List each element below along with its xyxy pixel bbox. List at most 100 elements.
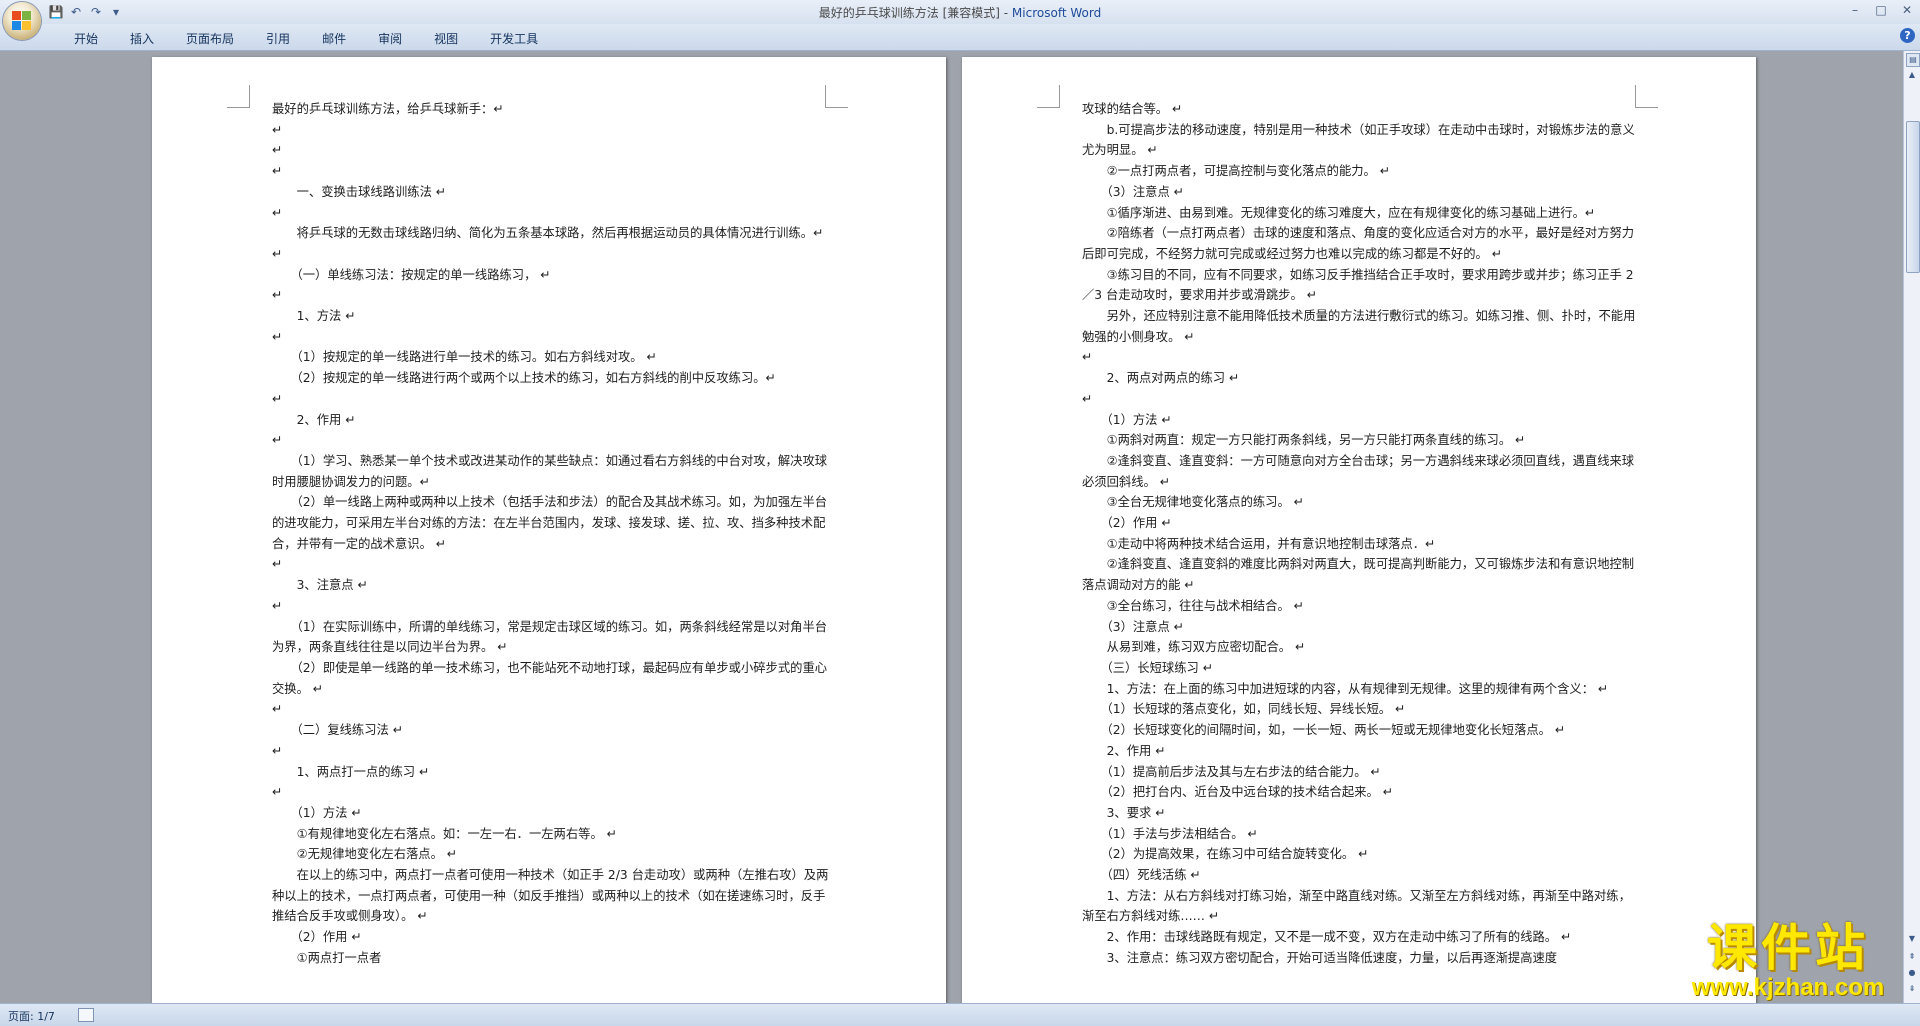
paragraph: （2）作用 ↵ [1082,516,1172,531]
paragraph: （一）单线练习法：按规定的单一线路练习， ↵ [272,267,551,282]
paragraph: 将乒乓球的无数击球线路归纳、简化为五条基本球路，然后再根据运动员的具体情况进行训… [272,226,824,241]
paragraph: （3）注意点 ↵ [1082,184,1184,199]
document-page[interactable]: 攻球的结合等。 ↵ b.可提高步法的移动速度，特别是用一种技术（如正手攻球）在走… [962,57,1756,1003]
paragraph: （1）提高前后步法及其与左右步法的结合能力。 ↵ [1082,764,1381,779]
tab-4[interactable]: 邮件 [306,28,362,49]
paragraph: 1、方法 ↵ [272,309,356,324]
paragraph: b.可提高步法的移动速度，特别是用一种技术（如正手攻球）在走动中击球时，对锻炼步… [1082,122,1635,158]
paragraph: （2）把打台内、近台及中远台球的技术结合起来。 ↵ [1082,785,1394,800]
paragraph: ①有规律地变化左右落点。如：一左一右．一左两右等。 ↵ [272,826,617,841]
minimize-button[interactable]: – [1842,0,1868,20]
paragraph: 2、作用 ↵ [272,412,356,427]
help-icon[interactable]: ? [1900,28,1915,43]
paragraph: ③全台练习，往往与战术相结合。 ↵ [1082,598,1304,613]
window-title: 最好的乒乓球训练方法 [兼容模式] - Microsoft Word [0,4,1920,21]
paragraph: ↵ [1082,350,1093,365]
paragraph: ↵ [272,143,283,158]
paragraph: 在以上的练习中，两点打一点者可使用一种技术（如正手 2/3 台走动攻）或两种（左… [272,868,829,924]
paragraph: 2、作用：击球线路既有规定，又不是一成不变，双方在走动中练习了所有的线路。 ↵ [1082,930,1572,945]
scroll-up-icon[interactable]: ▲ [1906,69,1918,81]
paragraph: ↵ [272,702,283,717]
paragraph: 3、要求 ↵ [1082,805,1166,820]
paragraph: ②一点打两点者，可提高控制与变化落点的能力。 ↵ [1082,164,1391,179]
paragraph: （2）按规定的单一线路进行两个或两个以上技术的练习，如右方斜线的削中反攻练习。↵ [272,371,776,386]
paragraph: 1、方法：在上面的练习中加进短球的内容，从有规律到无规律。这里的规律有两个含义：… [1082,681,1609,696]
paragraph: （2）即使是单一线路的单一技术练习，也不能站死不动地打球，最起码应有单步或小碎步… [272,660,828,696]
crop-mark [227,85,250,108]
document-workspace: 最好的乒乓球训练方法，给乒乓球新手：↵ ↵ ↵ ↵ 一、变换击球线路训练法 ↵ ↵ 将乒… [0,51,1903,1003]
paragraph: ①循序渐进、由易到难。无规律变化的练习难度大，应在有规律变化的练习基础上进行。↵ [1082,205,1596,220]
paragraph: 2、作用 ↵ [1082,743,1166,758]
paragraph: （1）长短球的落点变化，如，同线长短、异线长短。 ↵ [1082,702,1406,717]
paragraph: ③练习目的不同，应有不同要求，如练习反手推挡结合正手攻时，要求用跨步或并步；练习… [1082,267,1634,303]
tab-3[interactable]: 引用 [250,28,306,49]
tab-7[interactable]: 开发工具 [474,28,554,49]
maximize-button[interactable]: □ [1868,0,1894,20]
paragraph: ↵ [272,122,283,137]
page-text[interactable]: 攻球的结合等。 ↵ b.可提高步法的移动速度，特别是用一种技术（如正手攻球）在走… [1082,99,1642,969]
paragraph: 1、两点打一点的练习 ↵ [272,764,430,779]
paragraph: 最好的乒乓球训练方法，给乒乓球新手：↵ [272,102,504,116]
paragraph: （2）单一线路上两种或两种以上技术（包括手法和步法）的配合及其战术练习。如，为加… [272,495,828,551]
paragraph: ↵ [272,246,283,261]
paragraph: ①走动中将两种技术结合运用，并有意识地控制击球落点．↵ [1082,536,1436,551]
paragraph: 1、方法：从右方斜线对打练习始，渐至中路直线对练。又渐至左方斜线对练，再渐至中路… [1082,888,1631,924]
paragraph: ↵ [272,391,283,406]
ruler-toggle-icon[interactable]: ▤ [1906,53,1920,67]
paragraph: ↵ [1082,391,1093,406]
office-button[interactable] [3,2,41,40]
paragraph: ↵ [272,598,283,613]
window-controls: – □ ✕ [1842,0,1920,20]
paragraph: 从易到难，练习双方应密切配合。 ↵ [1082,640,1306,655]
tab-6[interactable]: 视图 [418,28,474,49]
paragraph: ②逢斜变直、逢直变斜的难度比两斜对两直大，既可提高判断能力，又可锻炼步法和有意识… [1082,557,1635,593]
paragraph: （1）方法 ↵ [1082,412,1172,427]
paragraph: （2）为提高效果，在练习中可结合旋转变化。 ↵ [1082,847,1369,862]
status-bar: 页面: 1/7 [0,1003,1920,1026]
paragraph: ②陪练者（一点打两点者）击球的速度和落点、角度的变化应适合对方的水平，最好是经对… [1082,226,1635,261]
paragraph: ↵ [272,164,283,179]
page-text[interactable]: 最好的乒乓球训练方法，给乒乓球新手：↵ ↵ ↵ ↵ 一、变换击球线路训练法 ↵ ↵ 将乒… [272,99,832,969]
paragraph: （1）在实际训练中，所谓的单线练习，常是规定击球区域的练习。如，两条斜线经常是以… [272,619,828,655]
paragraph: （四）死线活练 ↵ [1082,868,1201,883]
paragraph: 3、注意点 ↵ [272,578,368,593]
paragraph: （2）长短球变化的间隔时间，如，一长一短、两长一短或无规律地变化长短落点。 ↵ [1082,723,1566,738]
crop-mark [1037,85,1060,108]
page-indicator[interactable]: 页面: 1/7 [8,1008,55,1024]
proofing-icon[interactable] [78,1008,94,1022]
vertical-scrollbar[interactable]: ▤ ▲ ▼ ⇞ ● ⇟ [1903,51,1920,1003]
tab-0[interactable]: 开始 [58,28,114,49]
paragraph: ③全台无规律地变化落点的练习。 ↵ [1082,495,1304,510]
paragraph: 攻球的结合等。 ↵ [1082,102,1183,116]
paragraph: （3）注意点 ↵ [1082,619,1184,634]
paragraph: （1）手法与步法相结合。 ↵ [1082,826,1258,841]
paragraph: （1）学习、熟悉某一单个技术或改进某动作的某些缺点：如通过看右方斜线的中台对攻，… [272,453,828,489]
paragraph: （三）长短球练习 ↵ [1082,660,1214,675]
paragraph: ↵ [272,557,283,572]
paragraph: ↵ [272,743,283,758]
paragraph: 另外，还应特别注意不能用降低技术质量的方法进行敷衍式的练习。如练习推、侧、扑时，… [1082,309,1636,344]
paragraph: ②无规律地变化左右落点。 ↵ [272,847,458,862]
tab-2[interactable]: 页面布局 [170,28,250,49]
paragraph: ↵ [272,205,283,220]
paragraph: ↵ [272,785,283,800]
paragraph: （二）复线练习法 ↵ [272,723,404,738]
paragraph: 3、注意点：练习双方密切配合，开始可适当降低速度，力量，以后再逐渐提高速度 [1082,950,1558,965]
scroll-thumb[interactable] [1906,121,1920,273]
close-button[interactable]: ✕ [1894,0,1920,20]
paragraph: （1）方法 ↵ [272,805,362,820]
ribbon-tabs: 开始 插入 页面布局 引用 邮件 审阅 视图 开发工具 ? [0,24,1920,51]
document-title: 最好的乒乓球训练方法 [兼容模式] - [818,6,1012,20]
document-page[interactable]: 最好的乒乓球训练方法，给乒乓球新手：↵ ↵ ↵ ↵ 一、变换击球线路训练法 ↵ ↵ 将乒… [152,57,946,1003]
watermark-url: www.kjzhan.com [1691,974,1885,1001]
paragraph: 2、两点对两点的练习 ↵ [1082,371,1240,386]
paragraph: （1）按规定的单一线路进行单一技术的练习。如右方斜线对攻。 ↵ [272,350,657,365]
title-bar: 💾 ↶ ↷ ▾ 最好的乒乓球训练方法 [兼容模式] - Microsoft Wo… [0,0,1920,24]
paragraph: （2）作用 ↵ [272,930,362,945]
paragraph: ①两斜对两直：规定一方只能打两条斜线，另一方只能打两条直线的练习。 ↵ [1082,433,1526,448]
tab-1[interactable]: 插入 [114,28,170,49]
tab-5[interactable]: 审阅 [362,28,418,49]
paragraph: ↵ [272,288,283,303]
office-logo-icon [12,11,32,31]
paragraph: 一、变换击球线路训练法 ↵ [272,184,447,199]
